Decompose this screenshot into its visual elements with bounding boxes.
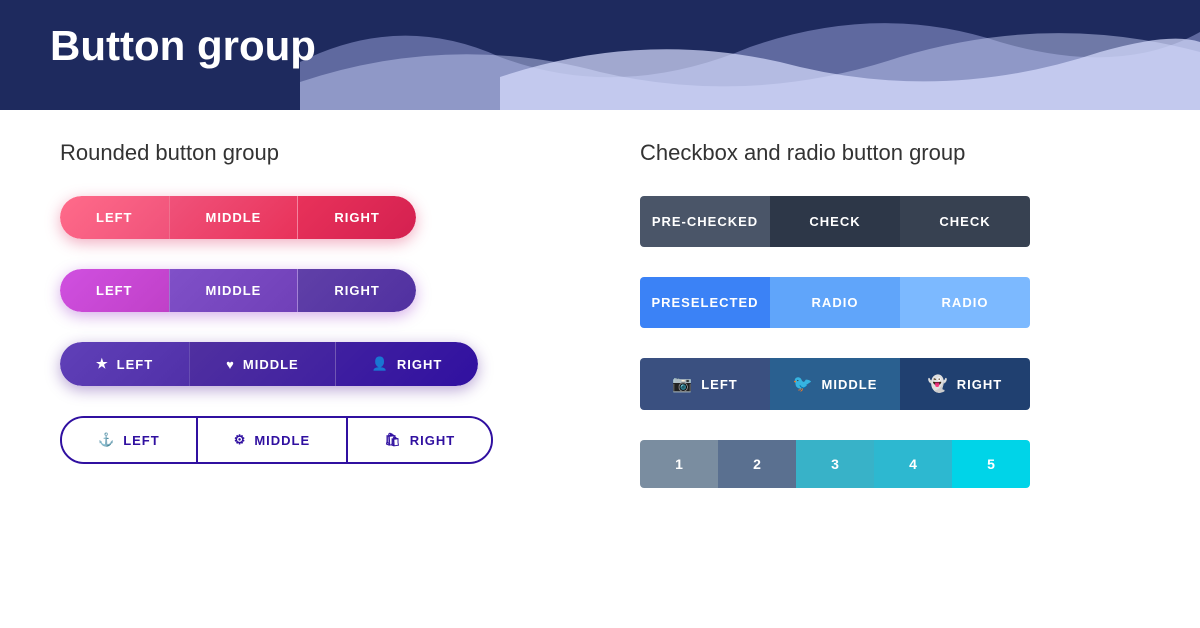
user-icon: 👤: [372, 356, 389, 372]
pink-middle-button[interactable]: MIDDLE: [169, 196, 299, 239]
number-button-3[interactable]: 3: [796, 440, 874, 488]
anchor-icon: ⚓: [98, 432, 115, 448]
pink-right-button[interactable]: RIGHT: [298, 196, 415, 239]
snapchat-right-button[interactable]: 👻 RIGHT: [900, 358, 1030, 410]
main-content: Rounded button group LEFT MIDDLE RIGHT L…: [0, 110, 1200, 524]
social-button-group: 📷 LEFT 🐦 MIDDLE 👻 RIGHT: [640, 358, 1030, 410]
number-button-1[interactable]: 1: [640, 440, 718, 488]
wave-decoration: [300, 2, 1200, 110]
check-button-1[interactable]: CHECK: [770, 196, 900, 247]
purple-middle-button[interactable]: MIDDLE: [169, 269, 299, 312]
number-button-5[interactable]: 5: [952, 440, 1030, 488]
purple-right-button[interactable]: RIGHT: [298, 269, 415, 312]
right-section-title: Checkbox and radio button group: [640, 140, 1140, 166]
twitter-middle-button[interactable]: 🐦 MIDDLE: [770, 358, 900, 410]
check-button-2[interactable]: CHECK: [900, 196, 1030, 247]
number-button-4[interactable]: 4: [874, 440, 952, 488]
pre-checked-button[interactable]: PRE-CHECKED: [640, 196, 770, 247]
dark-right-button[interactable]: 👤 RIGHT: [336, 342, 479, 386]
number-button-2[interactable]: 2: [718, 440, 796, 488]
pink-left-button[interactable]: LEFT: [60, 196, 169, 239]
instagram-left-button[interactable]: 📷 LEFT: [640, 358, 770, 410]
left-section-title: Rounded button group: [60, 140, 560, 166]
twitter-icon: 🐦: [793, 374, 814, 394]
rounded-group-purple: LEFT MIDDLE RIGHT: [60, 269, 416, 312]
rounded-group-pink: LEFT MIDDLE RIGHT: [60, 196, 416, 239]
radio-button-group: PRESELECTED RADIO RADIO: [640, 277, 1030, 328]
snapchat-icon: 👻: [928, 374, 949, 394]
radio-button-2[interactable]: RADIO: [900, 277, 1030, 328]
dark-left-button[interactable]: ★ LEFT: [60, 342, 189, 386]
rounded-group-dark-icon: ★ LEFT ♥ MIDDLE 👤 RIGHT: [60, 342, 478, 386]
heart-icon: ♥: [226, 357, 235, 372]
instagram-icon: 📷: [672, 374, 693, 394]
bag-icon: 🛍: [384, 432, 402, 448]
preselected-button[interactable]: PRESELECTED: [640, 277, 770, 328]
outline-middle-button[interactable]: ⚙ MIDDLE: [196, 418, 349, 462]
header: Button group: [0, 0, 1200, 110]
number-button-group: 1 2 3 4 5: [640, 440, 1030, 488]
right-section: Checkbox and radio button group PRE-CHEC…: [640, 140, 1140, 494]
outline-right-button[interactable]: 🛍 RIGHT: [348, 418, 491, 462]
gear-icon: ⚙: [234, 432, 247, 448]
dark-middle-button[interactable]: ♥ MIDDLE: [189, 342, 336, 386]
left-section: Rounded button group LEFT MIDDLE RIGHT L…: [60, 140, 560, 494]
page-title: Button group: [50, 22, 316, 70]
radio-button-1[interactable]: RADIO: [770, 277, 900, 328]
purple-left-button[interactable]: LEFT: [60, 269, 169, 312]
star-icon: ★: [96, 356, 109, 372]
checkbox-button-group: PRE-CHECKED CHECK CHECK: [640, 196, 1030, 247]
outline-left-button[interactable]: ⚓ LEFT: [62, 418, 196, 462]
rounded-group-outline: ⚓ LEFT ⚙ MIDDLE 🛍 RIGHT: [60, 416, 493, 464]
